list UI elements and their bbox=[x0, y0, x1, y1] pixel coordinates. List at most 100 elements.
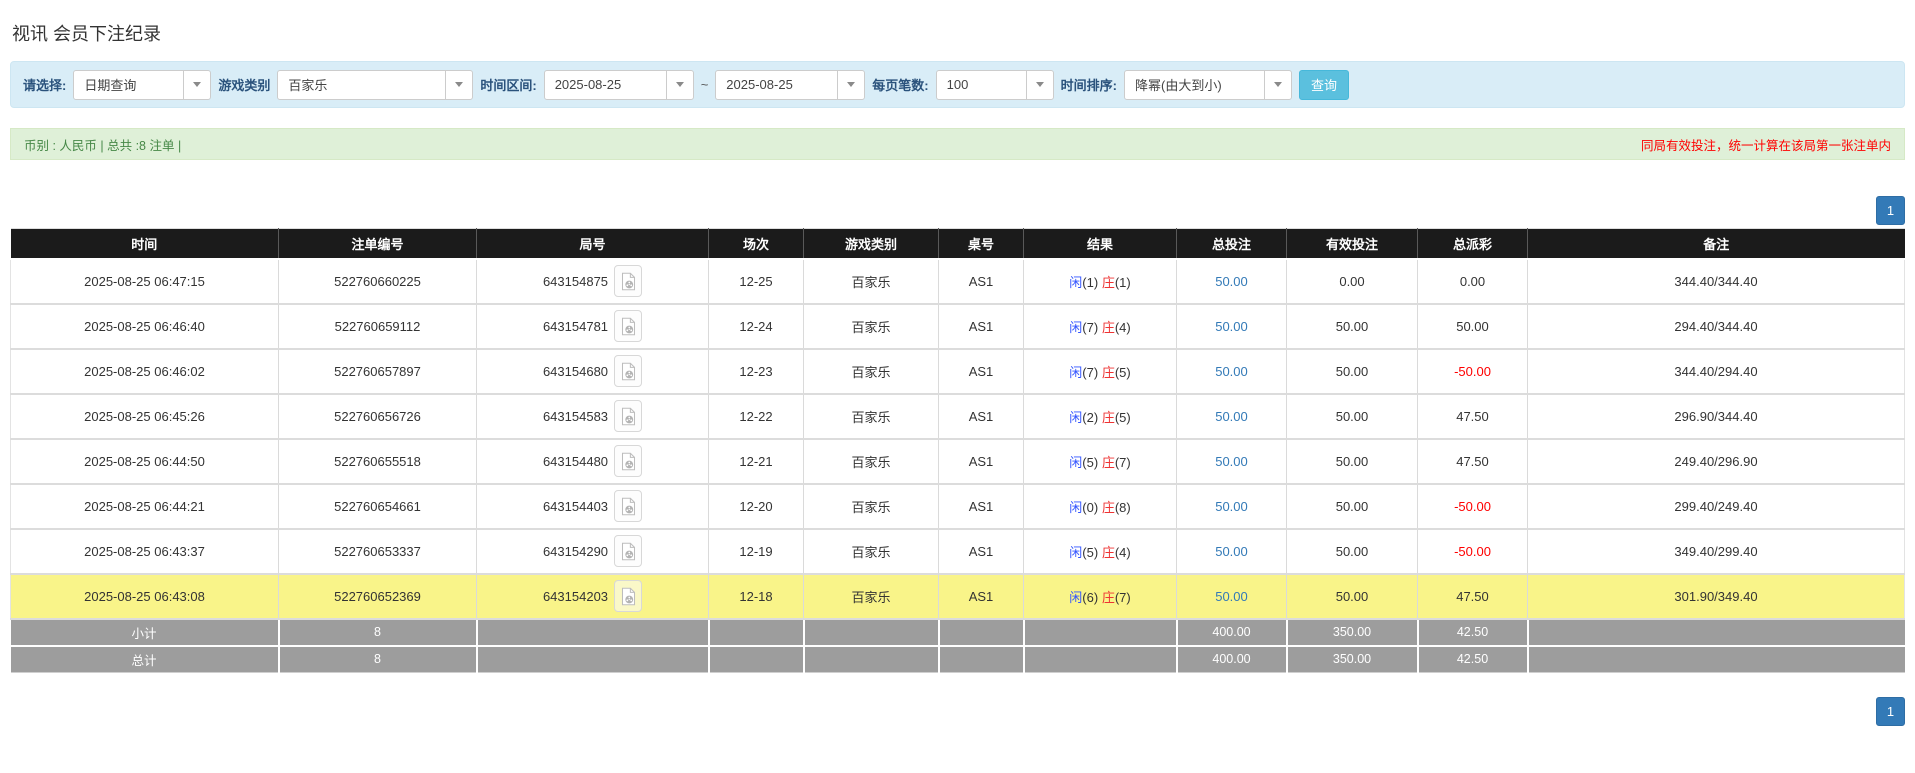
empty-cell bbox=[709, 646, 804, 673]
date-from-select[interactable]: 2025-08-25 bbox=[544, 70, 694, 100]
video-replay-icon[interactable] bbox=[614, 265, 642, 297]
cell-round: 643154781 bbox=[477, 304, 709, 349]
cell-time: 2025-08-25 06:46:02 bbox=[11, 349, 279, 394]
page-button-1[interactable]: 1 bbox=[1876, 196, 1905, 225]
result-player-label: 闲 bbox=[1069, 275, 1082, 290]
total-bet-link[interactable]: 50.00 bbox=[1215, 589, 1248, 604]
total-bet-link[interactable]: 50.00 bbox=[1215, 454, 1248, 469]
cell-valid-bet: 50.00 bbox=[1287, 529, 1418, 574]
cell-total-bet: 50.00 bbox=[1177, 484, 1287, 529]
sort-order-select[interactable]: 降幂(由大到小) bbox=[1124, 70, 1292, 100]
cell-bet-id: 522760659112 bbox=[279, 304, 477, 349]
total-bet-link[interactable]: 50.00 bbox=[1215, 319, 1248, 334]
result-banker-score: (8) bbox=[1115, 500, 1131, 515]
page-size-select[interactable]: 100 bbox=[936, 70, 1054, 100]
video-replay-icon[interactable] bbox=[614, 355, 642, 387]
result-banker-label: 庄 bbox=[1102, 410, 1115, 425]
cell-result: 闲(1) 庄(1) bbox=[1024, 259, 1177, 304]
col-header-note: 备注 bbox=[1528, 229, 1905, 259]
cell-payout: 47.50 bbox=[1418, 394, 1528, 439]
cell-payout: 0.00 bbox=[1418, 259, 1528, 304]
cell-result: 闲(7) 庄(4) bbox=[1024, 304, 1177, 349]
total-row: 总计 8 400.00 350.00 42.50 bbox=[11, 646, 1905, 673]
cell-payout: 50.00 bbox=[1418, 304, 1528, 349]
cell-table-no: AS1 bbox=[939, 574, 1024, 619]
total-bet-link[interactable]: 50.00 bbox=[1215, 544, 1248, 559]
cell-result: 闲(7) 庄(5) bbox=[1024, 349, 1177, 394]
result-banker-score: (7) bbox=[1115, 590, 1131, 605]
tilde-separator: ~ bbox=[701, 77, 709, 92]
cell-bet-id: 522760654661 bbox=[279, 484, 477, 529]
video-replay-icon[interactable] bbox=[614, 400, 642, 432]
result-player-score: (6) bbox=[1082, 590, 1098, 605]
sort-order-label: 时间排序: bbox=[1061, 75, 1117, 94]
cell-session: 12-20 bbox=[709, 484, 804, 529]
result-player-score: (5) bbox=[1082, 545, 1098, 560]
chevron-down-icon bbox=[666, 71, 693, 99]
cell-valid-bet: 50.00 bbox=[1287, 439, 1418, 484]
date-to-select[interactable]: 2025-08-25 bbox=[715, 70, 865, 100]
result-banker-score: (5) bbox=[1115, 365, 1131, 380]
total-bet-link[interactable]: 50.00 bbox=[1215, 274, 1248, 289]
video-replay-icon[interactable] bbox=[614, 535, 642, 567]
video-replay-icon[interactable] bbox=[614, 580, 642, 612]
chevron-down-icon bbox=[837, 71, 864, 99]
subtotal-total-bet: 400.00 bbox=[1177, 619, 1287, 646]
video-replay-icon[interactable] bbox=[614, 445, 642, 477]
video-replay-icon[interactable] bbox=[614, 310, 642, 342]
col-header-time: 时间 bbox=[11, 229, 279, 259]
result-banker-label: 庄 bbox=[1102, 545, 1115, 560]
game-type-select[interactable]: 百家乐 bbox=[277, 70, 473, 100]
query-mode-value: 日期查询 bbox=[74, 71, 183, 99]
result-banker-label: 庄 bbox=[1102, 590, 1115, 605]
subtotal-row: 小计 8 400.00 350.00 42.50 bbox=[11, 619, 1905, 646]
cell-note: 296.90/344.40 bbox=[1528, 394, 1905, 439]
total-bet-link[interactable]: 50.00 bbox=[1215, 499, 1248, 514]
round-number: 643154875 bbox=[543, 274, 608, 289]
result-player-label: 闲 bbox=[1069, 365, 1082, 380]
cell-payout: -50.00 bbox=[1418, 349, 1528, 394]
chevron-down-icon bbox=[183, 71, 210, 99]
empty-cell bbox=[1528, 619, 1905, 646]
col-header-session: 场次 bbox=[709, 229, 804, 259]
empty-cell bbox=[804, 619, 939, 646]
result-banker-label: 庄 bbox=[1102, 365, 1115, 380]
cell-round: 643154290 bbox=[477, 529, 709, 574]
cell-time: 2025-08-25 06:43:08 bbox=[11, 574, 279, 619]
cell-time: 2025-08-25 06:47:15 bbox=[11, 259, 279, 304]
page-button-1[interactable]: 1 bbox=[1876, 697, 1905, 726]
result-banker-score: (7) bbox=[1115, 455, 1131, 470]
cell-session: 12-22 bbox=[709, 394, 804, 439]
cell-valid-bet: 50.00 bbox=[1287, 574, 1418, 619]
game-type-value: 百家乐 bbox=[278, 71, 445, 99]
cell-table-no: AS1 bbox=[939, 349, 1024, 394]
cell-table-no: AS1 bbox=[939, 529, 1024, 574]
page-size-value: 100 bbox=[937, 71, 1026, 99]
total-bet-link[interactable]: 50.00 bbox=[1215, 364, 1248, 379]
cell-game-type: 百家乐 bbox=[804, 529, 939, 574]
result-player-score: (7) bbox=[1082, 365, 1098, 380]
result-player-score: (5) bbox=[1082, 455, 1098, 470]
date-from-value: 2025-08-25 bbox=[545, 71, 666, 99]
video-replay-icon[interactable] bbox=[614, 490, 642, 522]
pagination-top: 1 bbox=[0, 196, 1915, 225]
table-row: 2025-08-25 06:44:50 522760655518 6431544… bbox=[11, 439, 1905, 484]
cell-total-bet: 50.00 bbox=[1177, 574, 1287, 619]
result-player-score: (0) bbox=[1082, 500, 1098, 515]
search-button[interactable]: 查询 bbox=[1299, 70, 1349, 100]
total-bet-link[interactable]: 50.00 bbox=[1215, 409, 1248, 424]
cell-result: 闲(5) 庄(7) bbox=[1024, 439, 1177, 484]
cell-bet-id: 522760657897 bbox=[279, 349, 477, 394]
result-player-score: (1) bbox=[1082, 275, 1098, 290]
result-banker-score: (4) bbox=[1115, 545, 1131, 560]
cell-round: 643154203 bbox=[477, 574, 709, 619]
cell-session: 12-24 bbox=[709, 304, 804, 349]
result-player-score: (2) bbox=[1082, 410, 1098, 425]
cell-valid-bet: 50.00 bbox=[1287, 484, 1418, 529]
cell-game-type: 百家乐 bbox=[804, 259, 939, 304]
col-header-game-type: 游戏类别 bbox=[804, 229, 939, 259]
cell-payout: 47.50 bbox=[1418, 574, 1528, 619]
query-mode-select[interactable]: 日期查询 bbox=[73, 70, 211, 100]
cell-game-type: 百家乐 bbox=[804, 574, 939, 619]
pagination-bottom: 1 bbox=[0, 697, 1915, 726]
